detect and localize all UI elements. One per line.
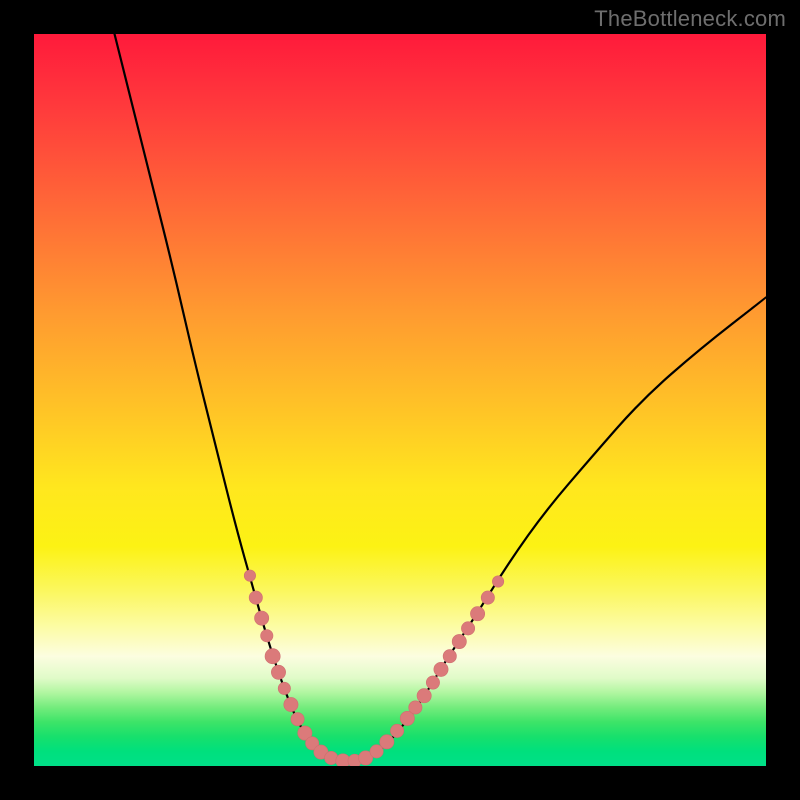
- data-marker: [249, 591, 262, 604]
- data-marker: [278, 682, 290, 694]
- data-marker: [390, 724, 403, 737]
- data-markers: [244, 570, 504, 766]
- data-marker: [481, 591, 494, 604]
- chart-frame: TheBottleneck.com: [0, 0, 800, 800]
- data-marker: [265, 649, 280, 664]
- chart-svg: [34, 34, 766, 766]
- data-marker: [255, 611, 269, 625]
- bottleneck-curve: [115, 34, 766, 761]
- data-marker: [492, 576, 503, 587]
- data-marker: [417, 689, 431, 703]
- data-marker: [261, 630, 273, 642]
- plot-area: [34, 34, 766, 766]
- data-marker: [244, 570, 255, 581]
- data-marker: [461, 622, 474, 635]
- data-marker: [426, 676, 439, 689]
- data-marker: [470, 607, 484, 621]
- data-marker: [380, 735, 394, 749]
- data-marker: [452, 634, 466, 648]
- data-marker: [284, 697, 298, 711]
- data-marker: [434, 662, 448, 676]
- data-marker: [443, 650, 456, 663]
- data-marker: [409, 701, 422, 714]
- data-marker: [271, 665, 285, 679]
- watermark-text: TheBottleneck.com: [594, 6, 786, 32]
- data-marker: [291, 712, 304, 725]
